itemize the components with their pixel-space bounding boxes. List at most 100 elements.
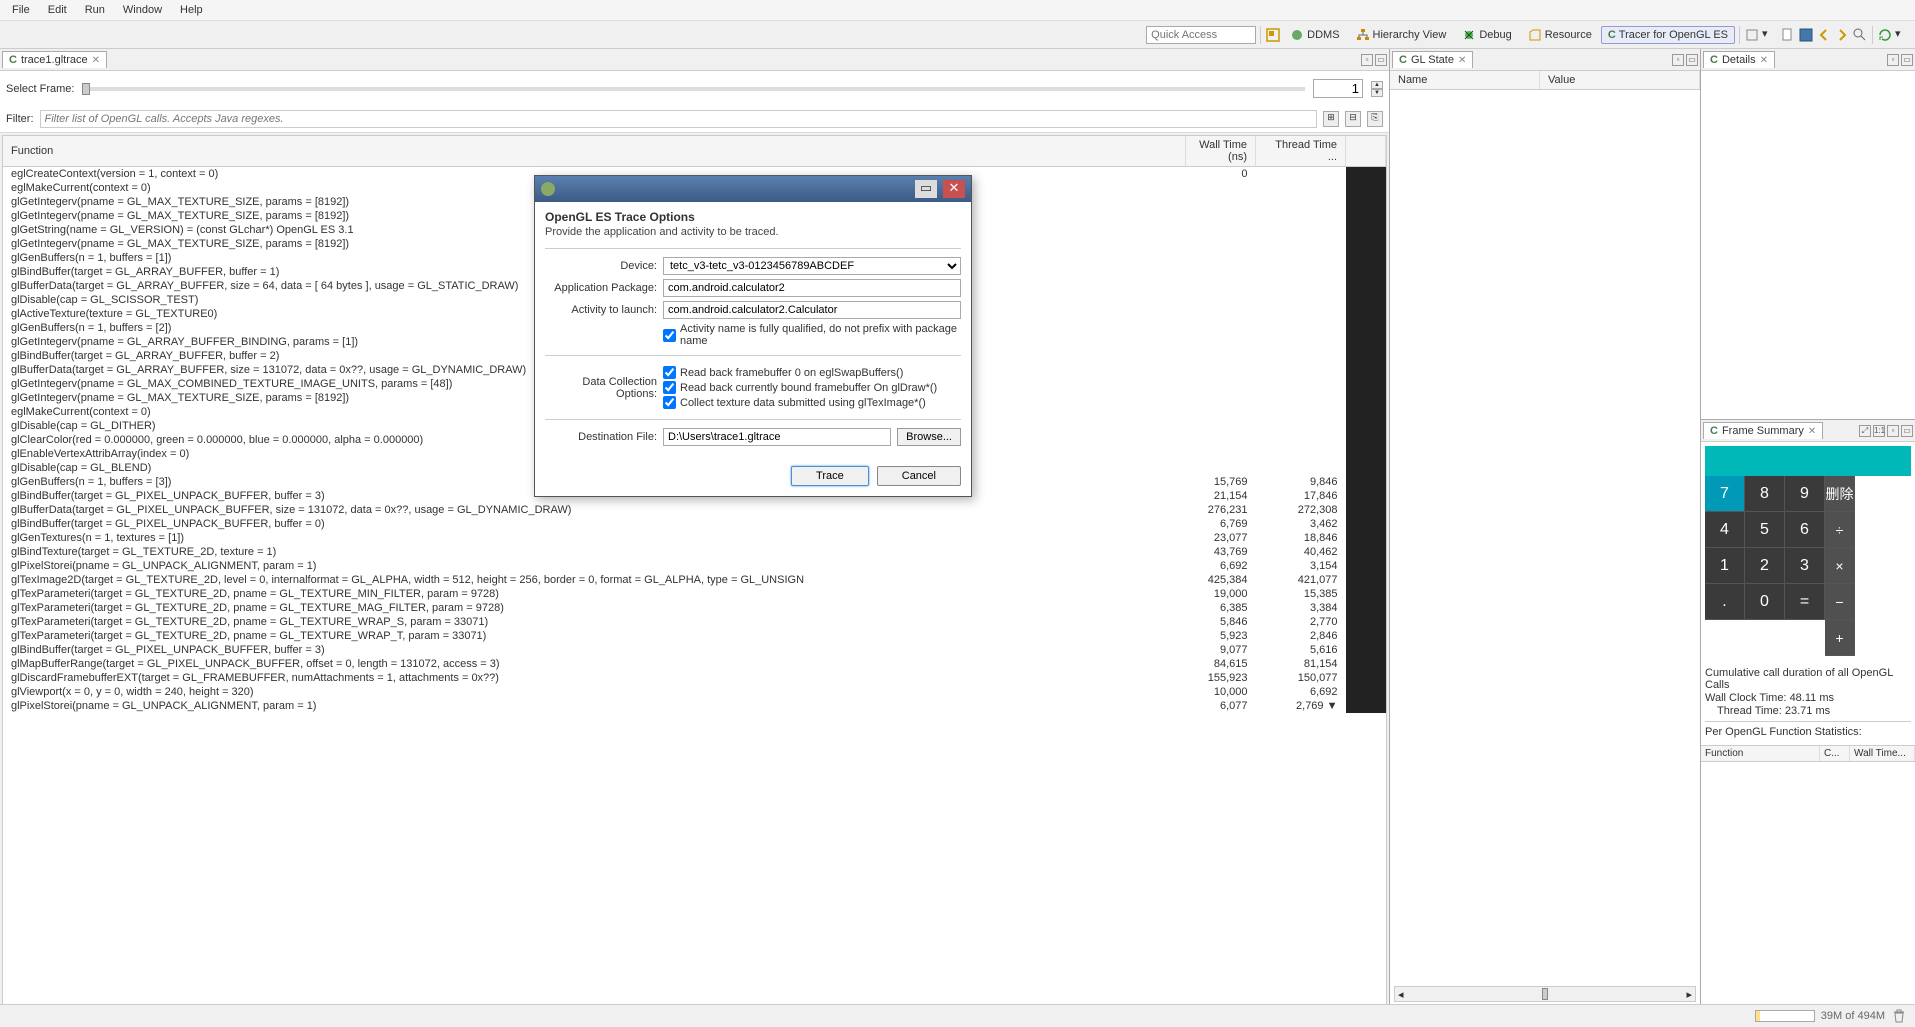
refresh-icon[interactable]: [1877, 27, 1893, 43]
close-icon[interactable]: ✕: [92, 55, 100, 66]
thread-cell: 3,462: [1256, 517, 1346, 531]
table-row[interactable]: glTexParameteri(target = GL_TEXTURE_2D, …: [3, 615, 1386, 629]
table-row[interactable]: glPixelStorei(pname = GL_UNPACK_ALIGNMEN…: [3, 559, 1386, 573]
details-tab[interactable]: C Details ✕: [1703, 51, 1775, 68]
table-row[interactable]: glBindBuffer(target = GL_PIXEL_UNPACK_BU…: [3, 517, 1386, 531]
menu-window[interactable]: Window: [115, 2, 170, 18]
table-row[interactable]: glBindBuffer(target = GL_PIXEL_UNPACK_BU…: [3, 643, 1386, 657]
maximize-view-icon[interactable]: ▭: [1686, 54, 1698, 66]
col-thread-time[interactable]: Thread Time ...: [1256, 136, 1346, 167]
table-row[interactable]: glBindTexture(target = GL_TEXTURE_2D, te…: [3, 545, 1386, 559]
glstate-hscrollbar[interactable]: ◂ ▸: [1394, 986, 1696, 1002]
stat-col-wall[interactable]: Wall Time...: [1850, 746, 1915, 761]
perspective-resource[interactable]: Resource: [1521, 25, 1599, 45]
col-wall-time[interactable]: Wall Time (ns): [1186, 136, 1256, 167]
scroll-left-icon[interactable]: ◂: [1395, 988, 1407, 1001]
expand-all-icon[interactable]: ⊞: [1323, 111, 1339, 127]
maximize-button[interactable]: ▭: [915, 180, 937, 198]
wall-cell: [1186, 321, 1256, 335]
table-row[interactable]: glViewport(x = 0, y = 0, width = 240, he…: [3, 685, 1386, 699]
minimize-view-icon[interactable]: ▫: [1361, 54, 1373, 66]
minimize-view-icon[interactable]: ▫: [1887, 54, 1899, 66]
table-row[interactable]: glPixelStorei(pname = GL_UNPACK_ALIGNMEN…: [3, 699, 1386, 713]
thread-cell: [1256, 321, 1346, 335]
filter-input[interactable]: [40, 110, 1318, 128]
trash-icon[interactable]: [1891, 1008, 1907, 1024]
scroll-right-icon[interactable]: ▸: [1683, 988, 1695, 1001]
open-perspective-icon[interactable]: [1265, 27, 1281, 43]
frame-number-input[interactable]: [1313, 79, 1363, 98]
frame-up-button[interactable]: ▲: [1371, 81, 1383, 89]
wall-cell: [1186, 335, 1256, 349]
table-row[interactable]: glGenTextures(n = 1, textures = [1])23,0…: [3, 531, 1386, 545]
dialog-titlebar[interactable]: ▭ ✕: [535, 176, 971, 202]
table-row[interactable]: glTexParameteri(target = GL_TEXTURE_2D, …: [3, 601, 1386, 615]
wall-cell: 10,000: [1186, 685, 1256, 699]
wall-cell: [1186, 377, 1256, 391]
activity-input[interactable]: [663, 301, 961, 319]
menu-run[interactable]: Run: [77, 2, 113, 18]
close-icon[interactable]: ✕: [1458, 55, 1466, 66]
dropdown-icon[interactable]: ▾: [1895, 27, 1911, 43]
col-function[interactable]: Function: [3, 136, 1186, 167]
toolbar-icon-2[interactable]: ▾: [1762, 27, 1778, 43]
fit-icon[interactable]: ⤢: [1859, 425, 1871, 437]
nav-back-icon[interactable]: [1816, 27, 1832, 43]
dest-input[interactable]: [663, 428, 891, 446]
close-icon[interactable]: ✕: [1808, 426, 1816, 437]
maximize-view-icon[interactable]: ▭: [1901, 54, 1913, 66]
menu-help[interactable]: Help: [172, 2, 211, 18]
table-row[interactable]: glDiscardFramebufferEXT(target = GL_FRAM…: [3, 671, 1386, 685]
glstate-col-name[interactable]: Name: [1390, 71, 1540, 89]
maximize-view-icon[interactable]: ▭: [1375, 54, 1387, 66]
opt3-checkbox[interactable]: [663, 396, 676, 409]
browse-button[interactable]: Browse...: [897, 428, 961, 446]
close-icon[interactable]: ✕: [1760, 55, 1768, 66]
frame-slider[interactable]: [82, 87, 1305, 91]
zoom-icon[interactable]: 1:1: [1873, 425, 1885, 437]
perspective-ddms[interactable]: DDMS: [1283, 25, 1346, 45]
maximize-view-icon[interactable]: ▭: [1901, 425, 1913, 437]
table-row[interactable]: glTexParameteri(target = GL_TEXTURE_2D, …: [3, 587, 1386, 601]
table-row[interactable]: glMapBufferRange(target = GL_PIXEL_UNPAC…: [3, 657, 1386, 671]
menu-edit[interactable]: Edit: [40, 2, 75, 18]
cancel-button[interactable]: Cancel: [877, 466, 961, 486]
package-input[interactable]: [663, 279, 961, 297]
frame-down-button[interactable]: ▼: [1371, 89, 1383, 97]
glstate-tab[interactable]: C GL State ✕: [1392, 51, 1473, 68]
opt2-checkbox[interactable]: [663, 381, 676, 394]
perspective-tracer[interactable]: CTracer for OpenGL ES: [1601, 26, 1735, 44]
minimize-view-icon[interactable]: ▫: [1672, 54, 1684, 66]
toolbar-icon-1[interactable]: [1744, 27, 1760, 43]
scroll-thumb[interactable]: [1542, 988, 1548, 1000]
calc-key: 3: [1785, 548, 1825, 584]
trace-button[interactable]: Trace: [791, 466, 869, 486]
close-button[interactable]: ✕: [943, 180, 965, 198]
minimize-view-icon[interactable]: ▫: [1887, 425, 1899, 437]
table-row[interactable]: glBufferData(target = GL_PIXEL_UNPACK_BU…: [3, 503, 1386, 517]
stat-col-function[interactable]: Function: [1701, 746, 1820, 761]
search-icon[interactable]: [1852, 27, 1868, 43]
copy-icon[interactable]: ⎘: [1367, 111, 1383, 127]
trace-tab[interactable]: C trace1.gltrace ✕: [2, 51, 107, 68]
table-row[interactable]: glTexImage2D(target = GL_TEXTURE_2D, lev…: [3, 573, 1386, 587]
nav-fwd-icon[interactable]: [1834, 27, 1850, 43]
glstate-col-value[interactable]: Value: [1540, 71, 1700, 89]
heap-meter[interactable]: [1755, 1010, 1815, 1022]
perspective-hierarchy[interactable]: Hierarchy View: [1349, 25, 1454, 45]
menu-file[interactable]: File: [4, 2, 38, 18]
slider-thumb[interactable]: [82, 83, 90, 95]
framesummary-tab[interactable]: C Frame Summary ✕: [1703, 422, 1823, 439]
collapse-all-icon[interactable]: ⊟: [1345, 111, 1361, 127]
save-icon[interactable]: [1798, 27, 1814, 43]
quick-access-input[interactable]: [1146, 26, 1256, 44]
fqn-checkbox[interactable]: [663, 329, 676, 342]
opt1-checkbox[interactable]: [663, 366, 676, 379]
new-icon[interactable]: [1780, 27, 1796, 43]
perspective-debug[interactable]: Debug: [1455, 25, 1518, 45]
device-select[interactable]: tetc_v3-tetc_v3-0123456789ABCDEF: [663, 257, 961, 275]
table-row[interactable]: glTexParameteri(target = GL_TEXTURE_2D, …: [3, 629, 1386, 643]
stat-col-count[interactable]: C...: [1820, 746, 1850, 761]
wall-cell: 84,615: [1186, 657, 1256, 671]
wall-cell: 15,769: [1186, 475, 1256, 489]
